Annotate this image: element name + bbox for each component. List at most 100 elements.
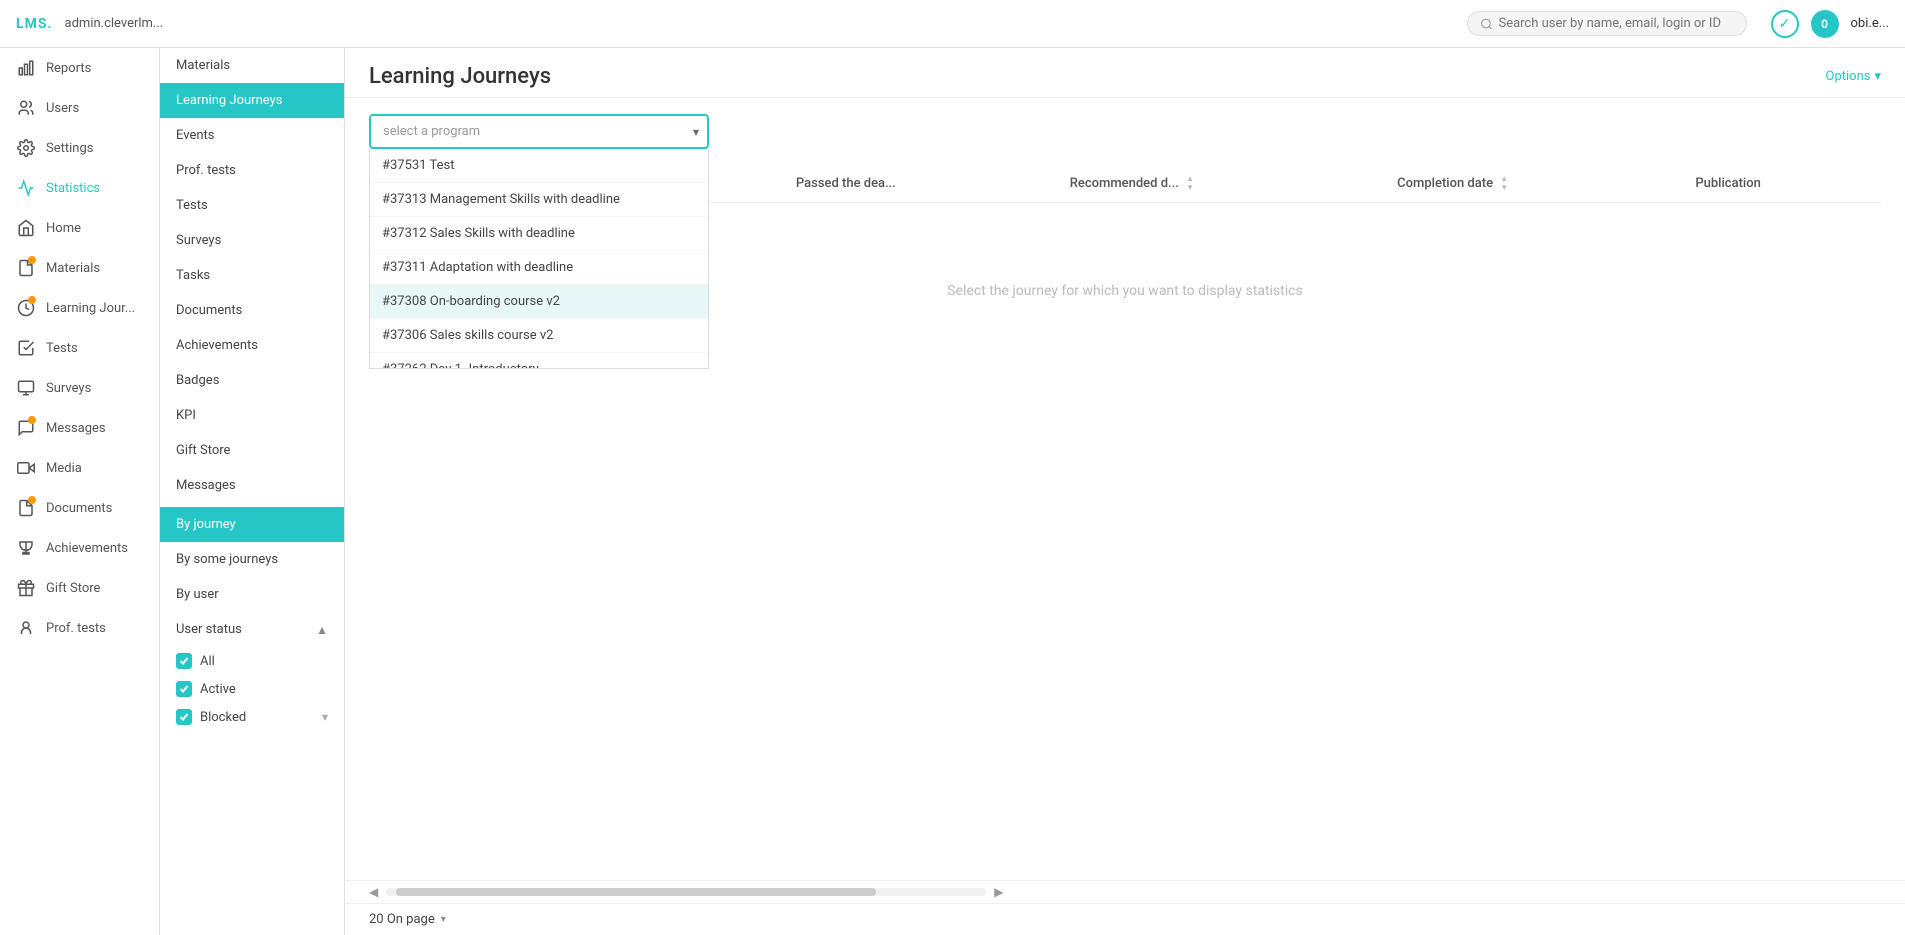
checkbox-blocked[interactable]: Blocked ▾ <box>160 703 344 731</box>
chart-bar-icon <box>16 58 36 78</box>
media-icon <box>16 458 36 478</box>
dropdown-item-37311[interactable]: #37311 Adaptation with deadline <box>370 251 708 285</box>
check-icon: ✓ <box>1771 10 1799 38</box>
dot-indicator <box>28 256 36 264</box>
horizontal-scroll: ◀ ▶ <box>345 880 1905 903</box>
sec-item-documents[interactable]: Documents <box>160 293 344 328</box>
sidebar-item-surveys[interactable]: Surveys <box>0 368 159 408</box>
sec-item-achievements[interactable]: Achievements <box>160 328 344 363</box>
sidebar-label-users: Users <box>46 101 79 116</box>
sec-item-badges[interactable]: Badges <box>160 363 344 398</box>
sec-item-kpi[interactable]: KPI <box>160 398 344 433</box>
sidebar-label-learning-journeys: Learning Jour... <box>46 301 135 316</box>
sidebar-item-reports[interactable]: Reports <box>0 48 159 88</box>
search-bar[interactable] <box>1467 11 1747 36</box>
sidebar-label-home: Home <box>46 221 81 236</box>
sort-arrows-recommended: ▲▼ <box>1186 175 1194 192</box>
search-icon <box>1480 17 1493 31</box>
select-placeholder: select a program <box>383 124 480 139</box>
sec-item-by-journey[interactable]: By journey <box>160 507 344 542</box>
dropdown-item-37308[interactable]: #37308 On-boarding course v2 <box>370 285 708 319</box>
per-page-selector[interactable]: 20 On page ▾ <box>369 912 446 927</box>
sec-item-tests[interactable]: Tests <box>160 188 344 223</box>
sec-item-messages[interactable]: Messages <box>160 468 344 503</box>
gift-icon <box>16 578 36 598</box>
scroll-left-arrow[interactable]: ◀ <box>369 885 378 899</box>
sidebar-item-home[interactable]: Home <box>0 208 159 248</box>
dropdown-item-37313[interactable]: #37313 Management Skills with deadline <box>370 183 708 217</box>
options-button[interactable]: Options ▾ <box>1826 69 1882 84</box>
sidebar-label-materials: Materials <box>46 261 100 276</box>
program-select-input[interactable]: select a program <box>369 114 709 149</box>
trophy-icon <box>16 538 36 558</box>
sidebar-item-settings[interactable]: Settings <box>0 128 159 168</box>
sec-item-by-user[interactable]: By user <box>160 577 344 612</box>
dropdown-item-37312[interactable]: #37312 Sales Skills with deadline <box>370 217 708 251</box>
h-scroll-thumb[interactable] <box>396 888 876 896</box>
sec-item-tasks[interactable]: Tasks <box>160 258 344 293</box>
sidebar-label-surveys: Surveys <box>46 381 91 396</box>
sidebar-label-settings: Settings <box>46 141 93 156</box>
prof-test-icon <box>16 618 36 638</box>
dropdown-item-37262[interactable]: #37262 Day 1. Introductory <box>370 353 708 369</box>
home-icon <box>16 218 36 238</box>
sidebar-item-users[interactable]: Users <box>0 88 159 128</box>
sort-arrows-completion: ▲▼ <box>1500 175 1508 192</box>
sec-item-by-some-journeys[interactable]: By some journeys <box>160 542 344 577</box>
topbar: LMS. admin.cleverlm... ✓ 0 obi.e... <box>0 0 1905 48</box>
sidebar-item-materials[interactable]: Materials <box>0 248 159 288</box>
sidebar-label-documents: Documents <box>46 501 112 516</box>
sidebar-item-learning-journeys[interactable]: Learning Jour... <box>0 288 159 328</box>
sec-item-prof-tests[interactable]: Prof. tests <box>160 153 344 188</box>
user-status-header[interactable]: User status ▲ <box>160 612 344 647</box>
sidebar-label-messages: Messages <box>46 421 106 436</box>
col-recommended-date[interactable]: Recommended d... ▲▼ <box>1058 165 1385 203</box>
h-scroll-track[interactable] <box>386 888 986 896</box>
col-publication[interactable]: Publication <box>1683 165 1881 203</box>
sec-item-materials[interactable]: Materials <box>160 48 344 83</box>
sec-item-gift-store[interactable]: Gift Store <box>160 433 344 468</box>
checkbox-active[interactable]: Active <box>160 675 344 703</box>
col-completion-date[interactable]: Completion date ▲▼ <box>1385 165 1683 203</box>
sidebar-item-prof-tests[interactable]: Prof. tests <box>0 608 159 648</box>
per-page-label: 20 On page <box>369 912 435 927</box>
test-icon <box>16 338 36 358</box>
sidebar-label-prof-tests: Prof. tests <box>46 621 106 636</box>
dropdown-item-37306[interactable]: #37306 Sales skills course v2 <box>370 319 708 353</box>
users-icon <box>16 98 36 118</box>
sidebar-item-messages[interactable]: Messages <box>0 408 159 448</box>
blocked-expand-icon: ▾ <box>322 710 328 724</box>
gear-icon <box>16 138 36 158</box>
main-content: Learning Journeys Options ▾ select a pro… <box>345 48 1905 935</box>
sidebar-label-gift-store: Gift Store <box>46 581 100 596</box>
checkbox-all[interactable]: All <box>160 647 344 675</box>
survey-icon <box>16 378 36 398</box>
checkbox-all-label: All <box>200 654 215 669</box>
col-passed-deadline[interactable]: Passed the dea... <box>784 165 1058 203</box>
dot-indicator-messages <box>28 416 36 424</box>
sidebar-item-statistics[interactable]: Statistics <box>0 168 159 208</box>
user-status-label: User status <box>176 622 242 637</box>
username-label: obi.e... <box>1851 16 1889 31</box>
sidebar-label-achievements: Achievements <box>46 541 128 556</box>
dot-indicator-documents <box>28 496 36 504</box>
content-body: select a program ▾ #37531 Test #37313 Ma… <box>345 98 1905 880</box>
search-input[interactable] <box>1498 16 1733 31</box>
sidebar-label-statistics: Statistics <box>46 181 100 196</box>
checkbox-blocked-box <box>176 709 192 725</box>
sidebar-item-tests[interactable]: Tests <box>0 328 159 368</box>
dot-indicator-journeys <box>28 296 36 304</box>
sidebar-item-media[interactable]: Media <box>0 448 159 488</box>
checkbox-blocked-label: Blocked <box>200 710 246 725</box>
sec-item-events[interactable]: Events <box>160 118 344 153</box>
sidebar-item-achievements[interactable]: Achievements <box>0 528 159 568</box>
scroll-right-arrow[interactable]: ▶ <box>994 885 1003 899</box>
dropdown-item-37531[interactable]: #37531 Test <box>370 149 708 183</box>
bottom-bar: 20 On page ▾ <box>345 903 1905 935</box>
sec-item-learning-journeys[interactable]: Learning Journeys <box>160 83 344 118</box>
sec-item-surveys[interactable]: Surveys <box>160 223 344 258</box>
sidebar-item-documents[interactable]: Documents <box>0 488 159 528</box>
sidebar-item-gift-store[interactable]: Gift Store <box>0 568 159 608</box>
content-header: Learning Journeys Options ▾ <box>345 48 1905 98</box>
checkbox-all-box <box>176 653 192 669</box>
